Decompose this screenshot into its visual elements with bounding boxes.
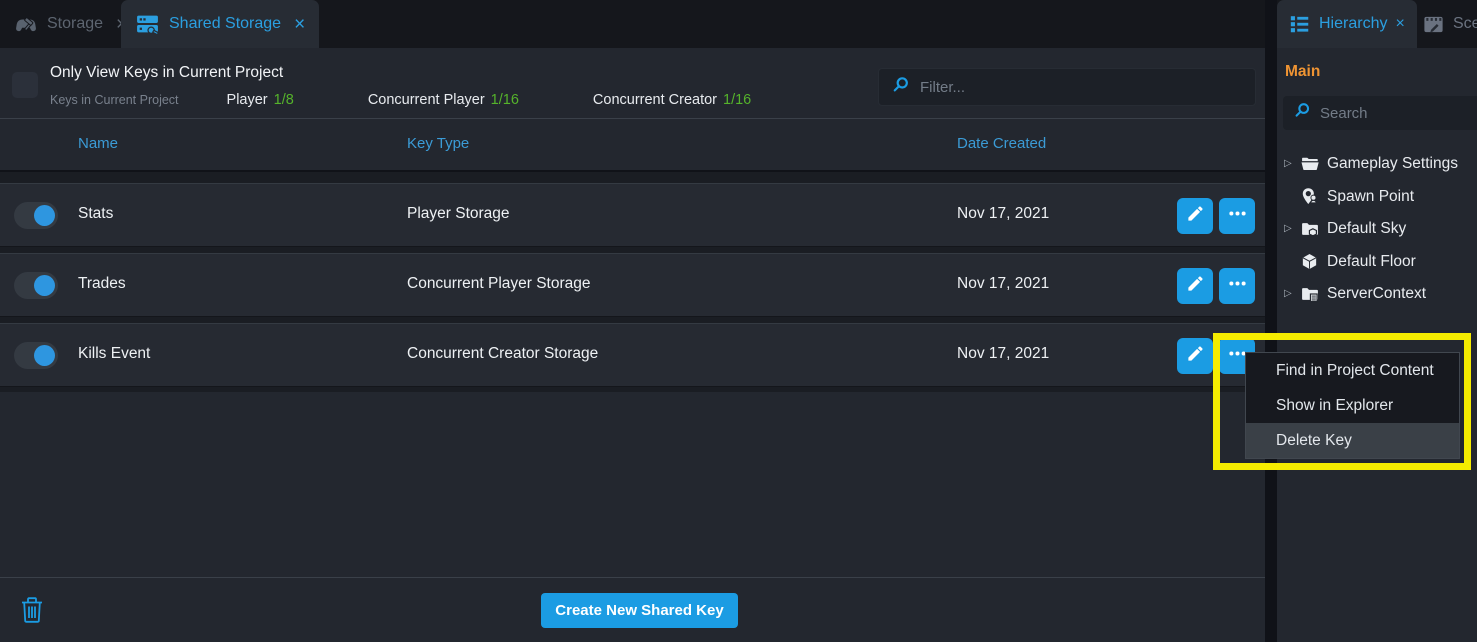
key-context-menu: Find in Project Content Show in Explorer… [1245,352,1460,459]
tab-hierarchy-label: Hierarchy [1319,15,1387,33]
more-options-button[interactable] [1219,198,1255,234]
hierarchy-search-box [1283,96,1477,130]
tree-item-default-sky[interactable]: ▷ Default Sky [1277,215,1477,242]
table-row[interactable]: Kills Event Concurrent Creator Storage N… [0,323,1265,387]
tab-scene-partial[interactable]: Sce [1410,0,1477,48]
player-counter-value: 1/8 [274,92,294,108]
trash-icon [21,610,43,627]
gamepad-hammer-icon [14,12,38,36]
folder-server-icon [1300,284,1320,304]
table-column-headers: Name Key Type Date Created [0,120,1265,170]
key-date-created: Nov 17, 2021 [957,345,1049,363]
tree-item-label: Default Sky [1327,220,1406,238]
column-header-key-type: Key Type [407,135,469,152]
concurrent-creator-counter: Concurrent Creator1/16 [593,92,751,108]
tab-hierarchy[interactable]: Hierarchy × [1277,0,1417,48]
tree-item-servercontext[interactable]: ▷ ServerContext [1277,280,1477,307]
key-table: Stats Player Storage Nov 17, 2021 Trades… [0,170,1265,392]
expand-arrow-icon[interactable]: ▷ [1284,223,1300,234]
ellipsis-icon [1227,273,1248,299]
tab-storage-label: Storage [47,15,103,33]
edit-key-button[interactable] [1177,268,1213,304]
tree-item-label: Spawn Point [1327,188,1414,206]
pencil-icon [1186,204,1205,228]
concurrent-player-counter: Concurrent Player1/16 [368,92,519,108]
pencil-icon [1186,274,1205,298]
tree-item-label: Default Floor [1327,253,1416,271]
key-name: Trades [78,275,126,293]
scene-root-label: Main [1285,63,1320,81]
shared-storage-panel: Only View Keys in Current Project Keys i… [0,48,1265,642]
search-icon [1293,101,1312,125]
key-enabled-toggle[interactable] [14,272,58,299]
toggle-knob [34,345,55,366]
key-enabled-toggle[interactable] [14,202,58,229]
folder-sky-icon [1300,219,1320,239]
storage-header: Only View Keys in Current Project Keys i… [0,48,1265,119]
tab-scene-label: Sce [1453,15,1477,33]
tab-shared-storage-label: Shared Storage [169,15,281,33]
key-name: Kills Event [78,345,150,363]
hierarchy-panel: Main ▷ Gameplay Settings Spawn Point ▷ [1277,48,1477,642]
menu-item-show-in-explorer[interactable]: Show in Explorer [1246,388,1459,423]
key-type: Player Storage [407,205,510,223]
menu-item-delete-key[interactable]: Delete Key [1246,423,1459,458]
tree-item-spawn-point[interactable]: Spawn Point [1277,183,1477,210]
top-tab-bar: Storage × Shared Storage × [0,0,1477,48]
menu-item-find-in-project-content[interactable]: Find in Project Content [1246,353,1459,388]
shared-storage-icon [135,12,160,37]
hierarchy-icon [1289,13,1311,35]
usage-counters: Keys in Current Project Player1/8 Concur… [50,92,825,108]
tab-shared-storage[interactable]: Shared Storage × [121,0,319,48]
concurrent-creator-counter-value: 1/16 [723,92,751,108]
more-options-button[interactable] [1219,268,1255,304]
key-date-created: Nov 17, 2021 [957,205,1049,223]
only-view-keys-label: Only View Keys in Current Project [50,64,283,82]
scene-clapperboard-icon [1422,13,1445,36]
folder-open-icon [1300,154,1320,174]
spawn-point-icon [1300,187,1320,207]
table-row[interactable]: Trades Concurrent Player Storage Nov 17,… [0,253,1265,317]
edit-key-button[interactable] [1177,198,1213,234]
column-header-name: Name [78,135,118,152]
panel-divider[interactable] [1265,0,1277,642]
filter-box [878,68,1256,106]
close-icon[interactable]: × [1395,15,1404,33]
create-new-shared-key-button[interactable]: Create New Shared Key [541,593,738,628]
tree-item-default-floor[interactable]: Default Floor [1277,248,1477,275]
toggle-knob [34,205,55,226]
close-icon[interactable]: × [294,15,305,34]
pencil-icon [1186,344,1205,368]
key-type: Concurrent Player Storage [407,275,591,293]
tree-item-label: ServerContext [1327,285,1426,303]
player-counter: Player1/8 [227,92,294,108]
only-view-keys-checkbox[interactable] [12,72,38,98]
key-enabled-toggle[interactable] [14,342,58,369]
footer-divider [0,577,1265,578]
expand-arrow-icon[interactable]: ▷ [1284,158,1300,169]
delete-trash-button[interactable] [21,597,43,623]
search-icon [891,75,911,100]
filter-input[interactable] [920,79,1243,96]
hierarchy-search-input[interactable] [1320,105,1473,122]
expand-arrow-icon[interactable]: ▷ [1284,288,1300,299]
cube-icon [1300,252,1320,272]
keys-in-project-label: Keys in Current Project [50,93,179,107]
key-date-created: Nov 17, 2021 [957,275,1049,293]
key-type: Concurrent Creator Storage [407,345,598,363]
ellipsis-icon [1227,203,1248,229]
concurrent-player-counter-value: 1/16 [491,92,519,108]
key-name: Stats [78,205,113,223]
column-header-date-created: Date Created [957,135,1046,152]
edit-key-button[interactable] [1177,338,1213,374]
toggle-knob [34,275,55,296]
tree-item-label: Gameplay Settings [1327,155,1458,173]
tree-item-gameplay-settings[interactable]: ▷ Gameplay Settings [1277,150,1477,177]
tab-storage[interactable]: Storage × [0,0,141,48]
table-row[interactable]: Stats Player Storage Nov 17, 2021 [0,183,1265,247]
